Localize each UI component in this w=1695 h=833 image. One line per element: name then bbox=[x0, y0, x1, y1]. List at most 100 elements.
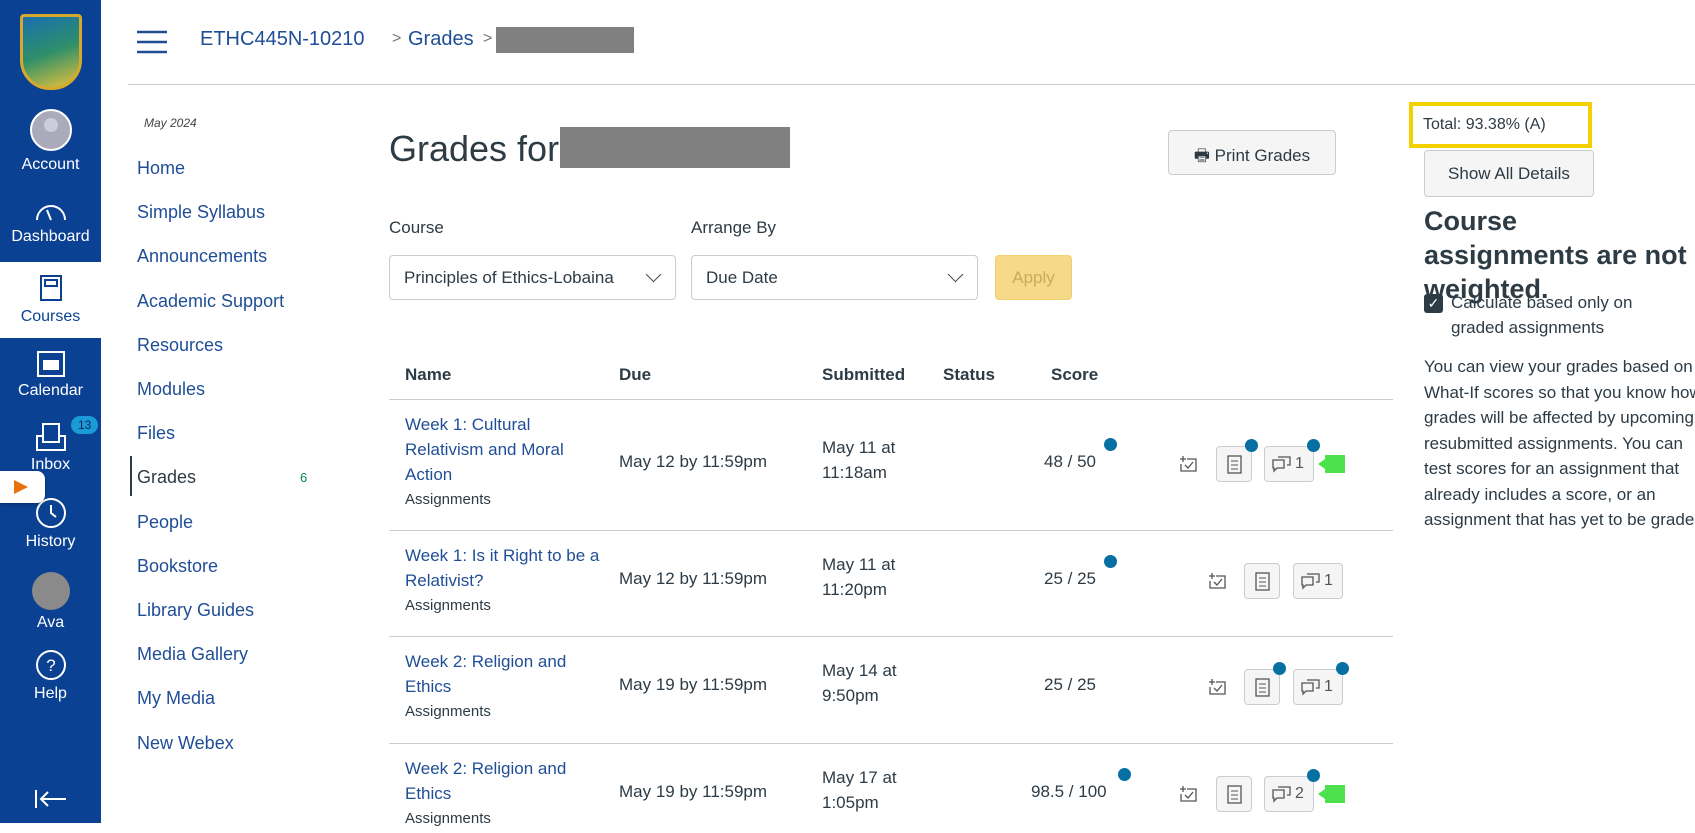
column-name[interactable]: Name bbox=[405, 365, 451, 385]
score: 48 / 50 bbox=[1044, 452, 1096, 471]
global-nav: Account Dashboard Courses Calendar Inbox… bbox=[0, 0, 101, 823]
show-all-details-button[interactable]: Show All Details bbox=[1424, 150, 1594, 197]
header-divider bbox=[128, 84, 1695, 85]
flag-marker bbox=[1318, 785, 1345, 803]
collapse-nav-icon[interactable] bbox=[34, 788, 68, 810]
comment-count: 2 bbox=[1295, 785, 1304, 802]
due-date: May 12 by 11:59pm bbox=[619, 569, 768, 588]
nav-label: Ava bbox=[36, 614, 65, 631]
comments-icon bbox=[1272, 786, 1291, 803]
assignment-link[interactable]: Week 2: Religion and Ethics bbox=[405, 759, 566, 803]
nav-history[interactable]: History bbox=[0, 497, 101, 551]
breadcrumb-separator: > bbox=[483, 30, 493, 47]
rubric-button[interactable] bbox=[1216, 446, 1252, 482]
page-title: Grades for bbox=[389, 128, 560, 169]
breadcrumb-separator: > bbox=[392, 30, 402, 47]
course-select[interactable]: Principles of Ethics-Lobaina bbox=[389, 255, 676, 300]
course-nav-my-media[interactable]: My Media bbox=[137, 688, 215, 709]
comment-count: 1 bbox=[1324, 572, 1333, 589]
nav-courses[interactable]: Courses bbox=[0, 262, 101, 338]
course-nav-announcements[interactable]: Announcements bbox=[137, 246, 267, 267]
rubric-button[interactable] bbox=[1244, 563, 1280, 599]
assignment-link[interactable]: Week 1: Cultural Relativism and Moral Ac… bbox=[405, 415, 564, 484]
assignment-group: Assignments bbox=[405, 597, 491, 614]
comments-button[interactable]: 1 bbox=[1264, 446, 1314, 482]
term-label: May 2024 bbox=[144, 116, 197, 130]
checkbox-label: Calculate based only on graded assignmen… bbox=[1451, 293, 1633, 337]
column-submitted[interactable]: Submitted bbox=[822, 365, 905, 385]
course-nav-library-guides[interactable]: Library Guides bbox=[137, 600, 254, 621]
what-if-icon[interactable] bbox=[1178, 783, 1198, 803]
redacted-student-name bbox=[496, 27, 634, 53]
nav-profile[interactable]: Ava bbox=[0, 572, 101, 632]
column-status[interactable]: Status bbox=[943, 365, 995, 385]
breadcrumb-grades[interactable]: Grades bbox=[408, 28, 474, 51]
course-nav-academic-support[interactable]: Academic Support bbox=[137, 291, 284, 312]
comments-icon bbox=[1301, 573, 1320, 590]
comments-button[interactable]: 2 bbox=[1264, 776, 1314, 812]
assignment-group: Assignments bbox=[405, 703, 491, 720]
print-grades-button[interactable]: 🖶 Print Grades bbox=[1168, 130, 1336, 175]
nav-help[interactable]: ? Help bbox=[0, 649, 101, 703]
grades-badge: 6 bbox=[300, 470, 308, 485]
course-nav-grades[interactable]: Grades bbox=[137, 467, 196, 488]
nav-label: History bbox=[25, 533, 76, 550]
inbox-icon bbox=[35, 423, 66, 451]
assignment-link[interactable]: Week 1: Is it Right to be a Relativist? bbox=[405, 546, 599, 590]
rubric-button[interactable] bbox=[1244, 669, 1280, 705]
comments-button[interactable]: 1 bbox=[1293, 563, 1343, 599]
breadcrumb-course[interactable]: ETHC445N-10210 bbox=[200, 28, 365, 51]
course-nav-bookstore[interactable]: Bookstore bbox=[137, 556, 218, 577]
assignment-group: Assignments bbox=[405, 810, 491, 827]
print-label: Print Grades bbox=[1214, 146, 1311, 165]
course-nav-resources[interactable]: Resources bbox=[137, 335, 223, 356]
unread-score-dot bbox=[1104, 438, 1117, 451]
unread-rubric-dot bbox=[1273, 662, 1286, 675]
score: 25 / 25 bbox=[1044, 675, 1096, 694]
comment-count: 1 bbox=[1324, 678, 1333, 695]
course-nav-home[interactable]: Home bbox=[137, 158, 185, 179]
submitted-date: May 17 at 1:05pm bbox=[822, 768, 897, 812]
active-indicator bbox=[130, 456, 132, 496]
school-logo[interactable] bbox=[20, 14, 82, 90]
column-score[interactable]: Score bbox=[1051, 365, 1098, 385]
rubric-button[interactable] bbox=[1216, 776, 1252, 812]
media-play-button[interactable] bbox=[0, 471, 45, 503]
nav-dashboard[interactable]: Dashboard bbox=[0, 198, 101, 246]
course-nav-files[interactable]: Files bbox=[137, 423, 175, 444]
account-icon bbox=[29, 109, 72, 151]
due-date: May 12 by 11:59pm bbox=[619, 452, 768, 471]
arrange-select[interactable]: Due Date bbox=[691, 255, 978, 300]
course-nav-media-gallery[interactable]: Media Gallery bbox=[137, 644, 248, 665]
assignment-cell: Week 2: Religion and Ethics Assignments bbox=[405, 649, 605, 724]
course-nav-people[interactable]: People bbox=[137, 512, 193, 533]
what-if-info: You can view your grades based on What-I… bbox=[1424, 357, 1695, 529]
course-nav-modules[interactable]: Modules bbox=[137, 379, 205, 400]
what-if-icon[interactable] bbox=[1207, 676, 1227, 696]
score: 98.5 / 100 bbox=[1031, 782, 1107, 801]
comments-button[interactable]: 1 bbox=[1293, 669, 1343, 705]
avatar bbox=[31, 572, 70, 610]
nav-label: Courses bbox=[20, 308, 81, 325]
what-if-icon[interactable] bbox=[1207, 570, 1227, 590]
inbox-badge: 13 bbox=[71, 416, 99, 434]
due-date: May 19 by 11:59pm bbox=[619, 782, 768, 801]
arrange-label: Arrange By bbox=[691, 218, 777, 237]
due-date: May 19 by 11:59pm bbox=[619, 675, 768, 694]
course-nav-simple-syllabus[interactable]: Simple Syllabus bbox=[137, 202, 265, 223]
hamburger-menu-icon[interactable] bbox=[136, 30, 168, 54]
nav-label: Help bbox=[34, 685, 67, 702]
nav-calendar[interactable]: Calendar bbox=[0, 348, 101, 400]
what-if-icon[interactable] bbox=[1178, 453, 1198, 473]
calendar-icon bbox=[36, 351, 65, 377]
help-icon: ? bbox=[35, 650, 66, 680]
nav-account[interactable]: Account bbox=[0, 108, 101, 174]
assignment-cell: Week 1: Is it Right to be a Relativist? A… bbox=[405, 543, 605, 618]
assignment-cell: Week 1: Cultural Relativism and Moral Ac… bbox=[405, 412, 605, 512]
apply-button[interactable]: Apply bbox=[995, 255, 1072, 300]
graded-only-checkbox[interactable]: ✓ bbox=[1424, 294, 1443, 313]
column-due[interactable]: Due bbox=[619, 365, 651, 385]
rubric-icon bbox=[1255, 678, 1270, 697]
assignment-link[interactable]: Week 2: Religion and Ethics bbox=[405, 652, 566, 696]
course-nav-new-webex[interactable]: New Webex bbox=[137, 733, 234, 754]
